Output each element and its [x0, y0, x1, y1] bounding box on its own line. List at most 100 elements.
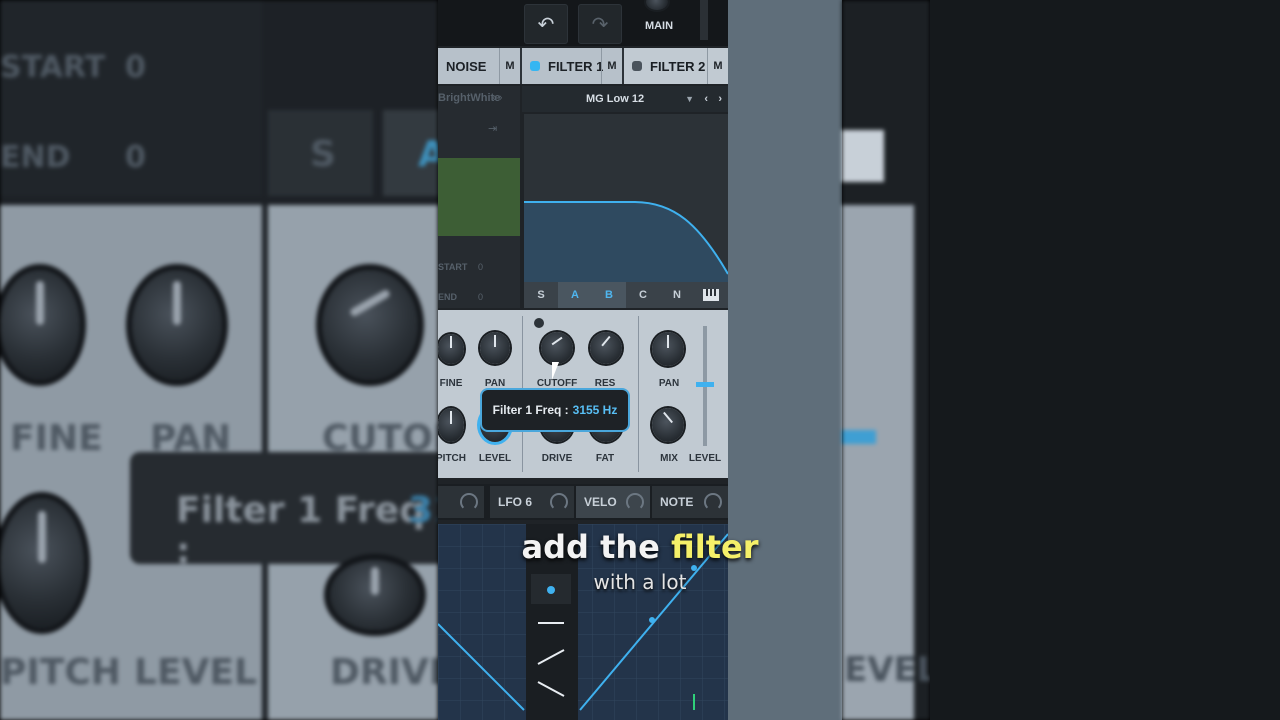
tab-filter-2[interactable]: FILTER 2 M [624, 48, 728, 84]
out-pan-label: PAN [658, 378, 680, 389]
redo-icon: ↷ [591, 13, 609, 36]
mod-tab-velo[interactable]: VELO [576, 486, 650, 518]
filter-response-graph[interactable] [524, 114, 728, 282]
bg-start-value: 0 [125, 50, 146, 85]
filter-freq-tooltip: Filter 1 Freq : 3155 Hz [480, 388, 630, 432]
mix-knob[interactable] [652, 408, 684, 442]
subtitle-line-1: add the filter [440, 528, 840, 566]
noise-preset-nav-icon[interactable]: ‹ › [492, 92, 502, 104]
bg-knob-drive [330, 560, 420, 630]
mod-tab-lfo-6-label: LFO 6 [498, 495, 533, 509]
pin-icon[interactable] [534, 318, 544, 328]
bg-type-s: S [310, 134, 336, 175]
bg-right-slider [842, 430, 876, 444]
filter-type-a[interactable]: A [558, 282, 592, 308]
mod-ring-icon [626, 493, 644, 511]
tab-filter-1[interactable]: FILTER 1 M [522, 48, 622, 84]
bg-right-panel [842, 205, 914, 720]
level-slider-handle[interactable] [696, 382, 714, 387]
out-level-label: LEVEL [688, 453, 722, 464]
background-zoom-right: EVEL [842, 0, 930, 720]
filter-preset-selector[interactable]: MG Low 12 ▼ ‹ › [522, 86, 728, 112]
modulation-tabs: LFO 6 VELO NOTE [438, 484, 728, 520]
filter-type-b[interactable]: B [592, 282, 626, 308]
piano-keyboard-icon[interactable] [694, 282, 728, 308]
tab-filter-2-label: FILTER 2 [650, 58, 706, 74]
cutoff-knob[interactable] [541, 332, 573, 364]
mod-tab-prev[interactable] [438, 486, 484, 518]
noise-end-label: END [438, 292, 458, 302]
top-bar: ↶ ↷ MAIN [438, 0, 728, 46]
tooltip-value: 3155 Hz [572, 403, 618, 417]
noise-waveform-display [438, 158, 520, 236]
mod-tab-note-label: NOTE [660, 495, 694, 509]
filter-1-enable-led[interactable] [530, 61, 540, 71]
mod-ring-icon [550, 493, 568, 511]
mod-tab-velo-label: VELO [584, 495, 617, 509]
bg-right-label: EVEL [844, 650, 930, 690]
filter-type-n[interactable]: N [660, 282, 694, 308]
out-pan-knob[interactable] [652, 332, 684, 366]
filter-2-enable-led[interactable] [632, 61, 642, 71]
filter-curve-svg [524, 201, 728, 282]
mod-tab-note[interactable]: NOTE [652, 486, 728, 518]
subtitle-highlight: filter [671, 528, 759, 566]
mouse-cursor-icon [552, 362, 559, 380]
bg-knob-fine [0, 270, 80, 380]
background-dark-right [930, 0, 1280, 720]
pitch-knob[interactable] [438, 408, 464, 442]
tab-noise[interactable]: NOISE M [438, 48, 520, 84]
bg-end-value: 0 [125, 140, 146, 175]
filter-preset-name: MG Low 12 [586, 93, 645, 105]
fat-label: FAT [595, 453, 615, 464]
tab-filter-1-label: FILTER 1 [548, 58, 604, 74]
noise-preset-name[interactable]: BrightWhite [438, 92, 500, 104]
module-tabs: NOISE M FILTER 1 M FILTER 2 M [438, 48, 728, 84]
bg-label-pitch: PITCH [0, 652, 121, 693]
drive-label: DRIVE [541, 453, 573, 464]
background-gray-strip [728, 0, 842, 720]
chevron-left-icon[interactable]: ‹ [704, 93, 708, 105]
noise-mute-button[interactable]: M [499, 48, 520, 84]
noise-end-value[interactable]: 0 [478, 292, 483, 302]
filter-type-selector: S A B C N [524, 282, 728, 308]
undo-button[interactable]: ↶ [524, 4, 568, 44]
undo-icon: ↶ [537, 13, 555, 36]
filter-2-mute-button[interactable]: M [707, 48, 728, 84]
bg-label-fine: FINE [10, 418, 103, 459]
fine-knob[interactable] [438, 334, 464, 364]
subtitle-prefix: add the [521, 528, 671, 566]
bg-knob-cutoff [322, 270, 418, 380]
bg-type-a: A [418, 134, 438, 175]
bg-end-label: END [0, 140, 71, 175]
bg-tooltip-value: 31 [408, 490, 438, 531]
tooltip-label: Filter 1 Freq : [492, 403, 569, 417]
divider [638, 316, 639, 472]
bg-knob-pitch [0, 498, 84, 628]
background-zoom-left: START 0 END 0 S A FINE PAN CUTOFF Filter… [0, 0, 438, 720]
synth-panel: ↶ ↷ MAIN NOISE M FILTER 1 M FILTER 2 M B… [438, 0, 728, 720]
bg-start-label: START [0, 50, 106, 85]
tab-noise-label: NOISE [446, 58, 487, 74]
main-volume-knob[interactable] [646, 0, 668, 10]
bg-label-drive: DRIVE [330, 652, 438, 693]
filter-1-mute-button[interactable]: M [601, 48, 622, 84]
chevron-right-icon[interactable]: › [718, 93, 722, 105]
noise-start-value[interactable]: 0 [478, 262, 483, 272]
mod-tab-lfo-6[interactable]: LFO 6 [490, 486, 574, 518]
bg-right-piano-icon [842, 130, 884, 182]
bg-tooltip-text: Filter 1 Freq : [176, 490, 425, 572]
redo-button[interactable]: ↷ [578, 4, 622, 44]
chevron-down-icon[interactable]: ▼ [685, 94, 694, 104]
noise-arrow-icon[interactable]: ⇥ [488, 122, 497, 135]
main-label: MAIN [644, 20, 674, 32]
pan-knob[interactable] [480, 332, 510, 364]
filter-type-s[interactable]: S [524, 282, 558, 308]
bg-label-level: LEVEL [134, 652, 257, 693]
subtitle-line-2: with a lot [593, 570, 687, 594]
filter-type-c[interactable]: C [626, 282, 660, 308]
noise-start-label: START [438, 262, 468, 272]
res-knob[interactable] [590, 332, 622, 364]
bg-knob-pan [132, 270, 222, 380]
mod-ring-icon [704, 493, 722, 511]
